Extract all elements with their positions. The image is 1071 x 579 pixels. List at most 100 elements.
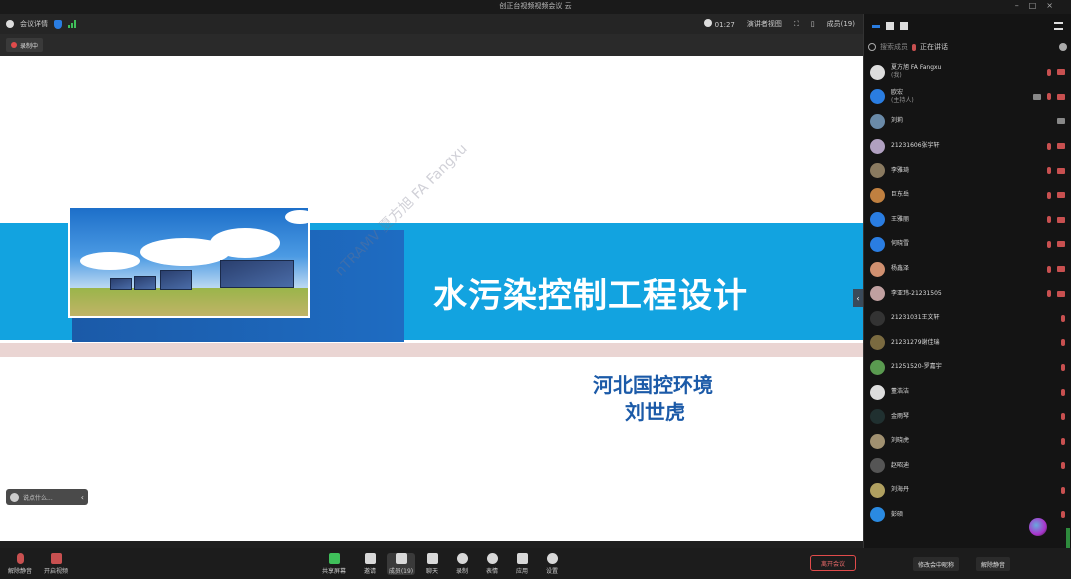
participant-row[interactable]: 21231031王文轩 — [864, 306, 1071, 331]
record-dot-icon — [11, 42, 17, 48]
search-input[interactable]: 搜索成员 — [880, 42, 908, 52]
menu-icon[interactable] — [1054, 22, 1063, 30]
grid-icon[interactable] — [900, 22, 908, 30]
mic-muted-icon — [1047, 240, 1051, 248]
participant-row[interactable]: 李亚玮-21231505 — [864, 281, 1071, 306]
chevron-left-icon[interactable]: ‹ — [81, 493, 84, 502]
chat-input-pill[interactable]: 说点什么... ‹ — [6, 489, 88, 505]
settings-button[interactable]: 设置 — [538, 553, 566, 575]
avatar — [870, 310, 885, 326]
camera-off-icon — [1057, 241, 1065, 248]
participant-row[interactable]: 杨鑫泽 — [864, 257, 1071, 282]
assistant-orb-icon[interactable] — [1029, 518, 1047, 536]
meeting-info-link[interactable]: 会议详情 — [20, 19, 48, 29]
reactions-button[interactable]: 表情 — [478, 553, 506, 575]
camera-off-icon — [1057, 93, 1065, 100]
participant-row[interactable]: 夏方旭 FA Fangxu (我) — [864, 60, 1071, 85]
user-icon[interactable] — [1059, 43, 1067, 51]
participants-toggle[interactable]: 成员(19) — [827, 19, 855, 29]
speaker-view-button[interactable]: 演讲者视图 — [747, 19, 782, 29]
avatar — [870, 482, 885, 498]
video-off-icon — [50, 553, 62, 564]
share-screen-button[interactable]: 共享屏幕 — [320, 553, 348, 575]
participant-row[interactable]: 21251520-罗嘉宇 — [864, 355, 1071, 380]
chat-button[interactable]: 聊天 — [418, 553, 446, 575]
participant-status-icons — [1047, 265, 1065, 273]
camera-off-icon — [1057, 216, 1065, 223]
gear-icon — [546, 553, 558, 564]
participant-role: (我) — [891, 72, 902, 80]
solar-panel-photo — [68, 206, 310, 318]
participant-row[interactable]: 刘莉 — [864, 109, 1071, 134]
fullscreen-icon[interactable]: ⛶ — [794, 20, 799, 29]
members-button[interactable]: 成员(19) — [387, 553, 415, 575]
participant-name: 刘晓虎 — [891, 437, 910, 445]
shared-slide: 水污染控制工程设计 河北国控环境 刘世虎 nTRAMV 夏方旭 FA Fangx… — [0, 56, 863, 541]
participant-name-block: 刘晓虎 — [891, 437, 909, 445]
invite-icon — [364, 553, 376, 564]
participant-row[interactable]: 何晓雪 — [864, 232, 1071, 257]
avatar — [870, 163, 885, 179]
participant-row[interactable]: 欧宏 (主持人) — [864, 85, 1071, 110]
video-button[interactable]: 开启视频 — [42, 553, 70, 575]
participant-row[interactable]: 巨东岳 — [864, 183, 1071, 208]
participant-row[interactable]: 21231606张宇轩 — [864, 134, 1071, 159]
avatar — [870, 433, 885, 449]
unmute-all-button[interactable]: 解除静音 — [976, 557, 1011, 571]
layout-icon[interactable]: ▯ — [811, 20, 815, 28]
participant-name-block: 李雅琦 — [891, 167, 909, 175]
network-signal-icon[interactable] — [68, 20, 76, 28]
participant-row[interactable]: 董浩洁 — [864, 380, 1071, 405]
participant-search[interactable]: 搜索成员 正在讲话 — [868, 38, 1067, 56]
chat-placeholder: 说点什么... — [23, 494, 53, 502]
camera-off-icon — [1057, 192, 1065, 199]
participant-status-icons — [1061, 511, 1065, 519]
participant-name-block: 李亚玮-21231505 — [891, 290, 942, 298]
participant-row[interactable]: 王雅丽 — [864, 208, 1071, 233]
participant-name-block: 董浩洁 — [891, 388, 909, 396]
participant-row[interactable]: 李雅琦 — [864, 158, 1071, 183]
members-icon — [395, 553, 407, 564]
recording-indicator[interactable]: 录制中 — [6, 38, 44, 52]
participant-row[interactable]: 赵昭迪 — [864, 454, 1071, 479]
search-icon — [868, 43, 876, 51]
participant-status-icons — [1047, 167, 1065, 175]
apps-grid-icon — [516, 553, 528, 564]
participant-name-block: 刘莉 — [891, 117, 903, 125]
info-icon[interactable] — [6, 20, 14, 28]
mic-icon[interactable] — [912, 43, 916, 51]
participant-status-icons — [1047, 191, 1065, 199]
collapse-sidebar-button[interactable]: ‹ — [853, 289, 863, 307]
participant-row[interactable]: 刘晓虎 — [864, 429, 1071, 454]
participant-name: 王雅丽 — [891, 215, 910, 223]
rename-button[interactable]: 修改会中昵称 — [913, 557, 960, 571]
participant-status-icons — [1061, 363, 1065, 371]
mic-muted-icon — [1061, 437, 1065, 445]
mic-muted-icon — [1061, 486, 1065, 494]
mic-muted-icon — [1047, 68, 1051, 76]
record-label: 录制 — [455, 568, 468, 575]
security-shield-icon[interactable] — [54, 19, 62, 29]
record-button[interactable]: 录制 — [448, 553, 476, 575]
avatar — [870, 384, 885, 400]
emoji-icon[interactable] — [10, 492, 19, 502]
settings-label: 设置 — [545, 568, 558, 575]
avatar — [870, 286, 885, 302]
mute-button[interactable]: 解除静音 — [6, 553, 34, 575]
invite-button[interactable]: 邀请 — [356, 553, 384, 575]
window-controls[interactable]: –□× — [1015, 1, 1063, 10]
popout-icon[interactable] — [886, 22, 894, 30]
participant-row[interactable]: 刘海丹 — [864, 478, 1071, 503]
participant-row[interactable]: 金雨琴 — [864, 404, 1071, 429]
participant-name: 李雅琦 — [891, 166, 910, 174]
minimize-icon[interactable] — [872, 24, 880, 28]
participant-role: (主持人) — [891, 96, 914, 104]
camera-off-icon — [1057, 143, 1065, 150]
apps-button[interactable]: 应用 — [508, 553, 536, 575]
avatar — [870, 261, 885, 277]
speaking-filter[interactable]: 正在讲话 — [920, 42, 948, 52]
chat-bubble-icon — [1057, 118, 1065, 125]
participant-row[interactable]: 21231279谢佳瑞 — [864, 331, 1071, 356]
leave-meeting-button[interactable]: 离开会议 — [810, 555, 856, 571]
avatar — [870, 64, 885, 80]
